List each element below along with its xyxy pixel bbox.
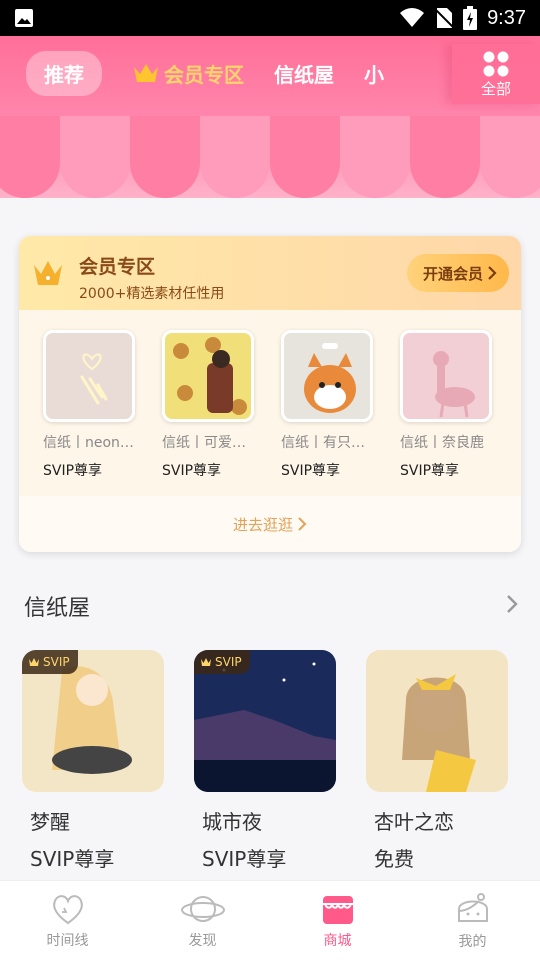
vip-item-tier: SVIP尊享 [281, 463, 341, 479]
status-time: 9:37 [487, 6, 526, 29]
paper-name: 杏叶之恋 [374, 810, 454, 834]
vip-item[interactable]: 信纸丨有只… SVIP尊享 [281, 330, 373, 496]
nav-label: 我的 [458, 933, 487, 950]
nav-shop[interactable]: 商城 [270, 881, 405, 960]
all-label: 全部 [480, 79, 511, 98]
planet-icon [180, 895, 225, 922]
chevron-right-icon [488, 266, 497, 280]
crown-icon [134, 64, 158, 82]
tab-label: 小 [364, 62, 384, 87]
vip-item-thumbnail [281, 330, 373, 422]
paper-thumbnail [366, 650, 508, 792]
paper-price: 免费 [374, 847, 414, 871]
store-header: 推荐 会员专区 信纸屋 小 全部 [0, 36, 540, 198]
letter-paper-list: SVIP 梦醒 SVIP尊享 SVIP 城市夜 SVIP尊享 杏叶之恋 免费 [22, 650, 508, 872]
vip-item-tier: SVIP尊享 [400, 463, 460, 479]
nav-label: 商城 [323, 932, 352, 949]
chevron-right-icon[interactable] [506, 594, 518, 614]
vip-item[interactable]: 信纸丨奈良鹿 SVIP尊享 [400, 330, 492, 496]
tab-label: 推荐 [44, 62, 84, 87]
letter-paper-item[interactable]: SVIP 城市夜 SVIP尊享 [194, 650, 336, 872]
tab-label: 信纸屋 [274, 62, 334, 87]
crown-icon [201, 658, 211, 666]
wifi-icon [400, 8, 425, 27]
nav-profile[interactable]: 我的 [405, 881, 540, 960]
vip-zone-card: 会员专区 2000+精选素材任性用 开通会员 信纸丨neon… SVIP尊享 信… [19, 236, 521, 552]
nav-label: 发现 [188, 932, 217, 949]
vip-item-thumbnail [43, 330, 135, 422]
tab-vip[interactable]: 会员专区 [132, 59, 244, 88]
shop-icon [322, 895, 353, 924]
vip-item-thumbnail [400, 330, 492, 422]
tab-letter-paper[interactable]: 信纸屋 [274, 59, 334, 88]
heart-face-icon [52, 894, 83, 924]
shop-awning [0, 116, 540, 198]
svip-badge-label: SVIP [43, 655, 70, 669]
paper-price: SVIP尊享 [30, 847, 115, 871]
vip-browse-label: 进去逛逛 [232, 515, 293, 534]
svip-badge: SVIP [22, 650, 78, 674]
nav-discover[interactable]: 发现 [135, 881, 270, 960]
vip-browse-link[interactable]: 进去逛逛 [19, 496, 521, 552]
tab-recommend[interactable]: 推荐 [26, 50, 102, 96]
vip-item[interactable]: 信纸丨neon… SVIP尊享 [43, 330, 135, 496]
svip-badge-label: SVIP [215, 655, 242, 669]
vip-item-name: 信纸丨可爱… [162, 435, 246, 451]
vip-item-tier: SVIP尊享 [43, 463, 103, 479]
paper-thumbnail: SVIP [22, 650, 164, 792]
paper-name: 梦醒 [30, 810, 70, 834]
section-title: 信纸屋 [24, 596, 91, 621]
vip-item-name: 信纸丨奈良鹿 [400, 435, 484, 451]
vip-item-thumbnail [162, 330, 254, 422]
vip-item-name: 信纸丨neon… [43, 435, 134, 451]
svip-badge: SVIP [194, 650, 250, 674]
chevron-right-icon [298, 517, 307, 531]
letter-paper-item[interactable]: 杏叶之恋 免费 [366, 650, 508, 872]
crown-icon [34, 261, 62, 285]
vip-item-name: 信纸丨有只… [281, 435, 365, 451]
bottom-nav: 时间线 发现 商城 我的 [0, 880, 540, 960]
status-bar: 9:37 [0, 0, 540, 36]
grid-icon [483, 51, 509, 76]
vip-item[interactable]: 信纸丨可爱… SVIP尊享 [162, 330, 254, 496]
paper-price: SVIP尊享 [202, 847, 287, 871]
vip-items: 信纸丨neon… SVIP尊享 信纸丨可爱… SVIP尊享 信纸丨有只… SVI… [19, 310, 521, 496]
image-icon [15, 9, 33, 27]
all-categories-button[interactable]: 全部 [452, 44, 540, 104]
tab-more-partial[interactable]: 小 [364, 59, 384, 88]
profile-icon [457, 892, 488, 922]
open-vip-button[interactable]: 开通会员 [406, 254, 509, 292]
paper-thumbnail: SVIP [194, 650, 336, 792]
vip-header: 会员专区 2000+精选素材任性用 开通会员 [19, 236, 521, 310]
tab-label: 会员专区 [164, 62, 244, 87]
battery-icon [463, 6, 478, 30]
nav-label: 时间线 [46, 932, 89, 949]
crown-icon [29, 658, 39, 666]
paper-name: 城市夜 [202, 810, 262, 834]
nav-timeline[interactable]: 时间线 [0, 881, 135, 960]
vip-item-tier: SVIP尊享 [162, 463, 222, 479]
category-tabs: 推荐 会员专区 信纸屋 小 [0, 36, 452, 110]
open-vip-label: 开通会员 [422, 264, 483, 283]
letter-paper-item[interactable]: SVIP 梦醒 SVIP尊享 [22, 650, 164, 872]
no-sim-icon [435, 8, 454, 28]
